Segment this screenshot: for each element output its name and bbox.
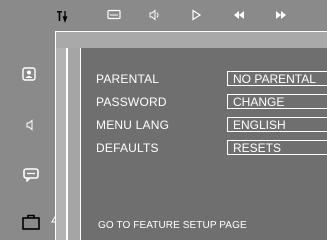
setup-icon[interactable] <box>55 9 69 23</box>
briefcase-icon[interactable] <box>22 214 40 230</box>
menu-row-password[interactable]: PASSWORD CHANGE <box>96 93 327 111</box>
divider-gap <box>56 48 66 240</box>
toolbar-strip <box>55 31 327 49</box>
menu-label: PARENTAL <box>96 72 160 86</box>
fast-forward-icon[interactable] <box>274 9 288 21</box>
speaker-icon[interactable] <box>26 119 36 131</box>
top-toolbar <box>0 0 327 49</box>
menu-value[interactable]: NO PARENTAL <box>227 71 327 86</box>
rewind-icon[interactable] <box>232 9 246 21</box>
menu-label: PASSWORD <box>96 95 167 109</box>
menu-value[interactable]: CHANGE <box>227 94 327 109</box>
menu-value[interactable]: RESETS <box>227 140 327 155</box>
menu-value[interactable]: ENGLISH <box>227 117 327 132</box>
setup-menu-panel: PARENTAL NO PARENTAL PASSWORD CHANGE MEN… <box>81 48 327 240</box>
status-text: GO TO FEATURE SETUP PAGE <box>98 220 247 231</box>
play-icon[interactable] <box>190 9 202 21</box>
user-icon[interactable] <box>22 67 36 81</box>
menu-label: MENU LANG <box>96 118 170 132</box>
subtitle-bubble-icon[interactable] <box>23 168 39 182</box>
audio-icon[interactable] <box>147 9 161 21</box>
menu-row-parental[interactable]: PARENTAL NO PARENTAL <box>96 70 327 88</box>
menu-label: DEFAULTS <box>96 141 159 155</box>
menu-row-defaults[interactable]: DEFAULTS RESETS <box>96 139 327 157</box>
divider-gap <box>68 48 80 240</box>
subtitle-icon[interactable] <box>107 9 121 21</box>
menu-row-menu-lang[interactable]: MENU LANG ENGLISH <box>96 116 327 134</box>
